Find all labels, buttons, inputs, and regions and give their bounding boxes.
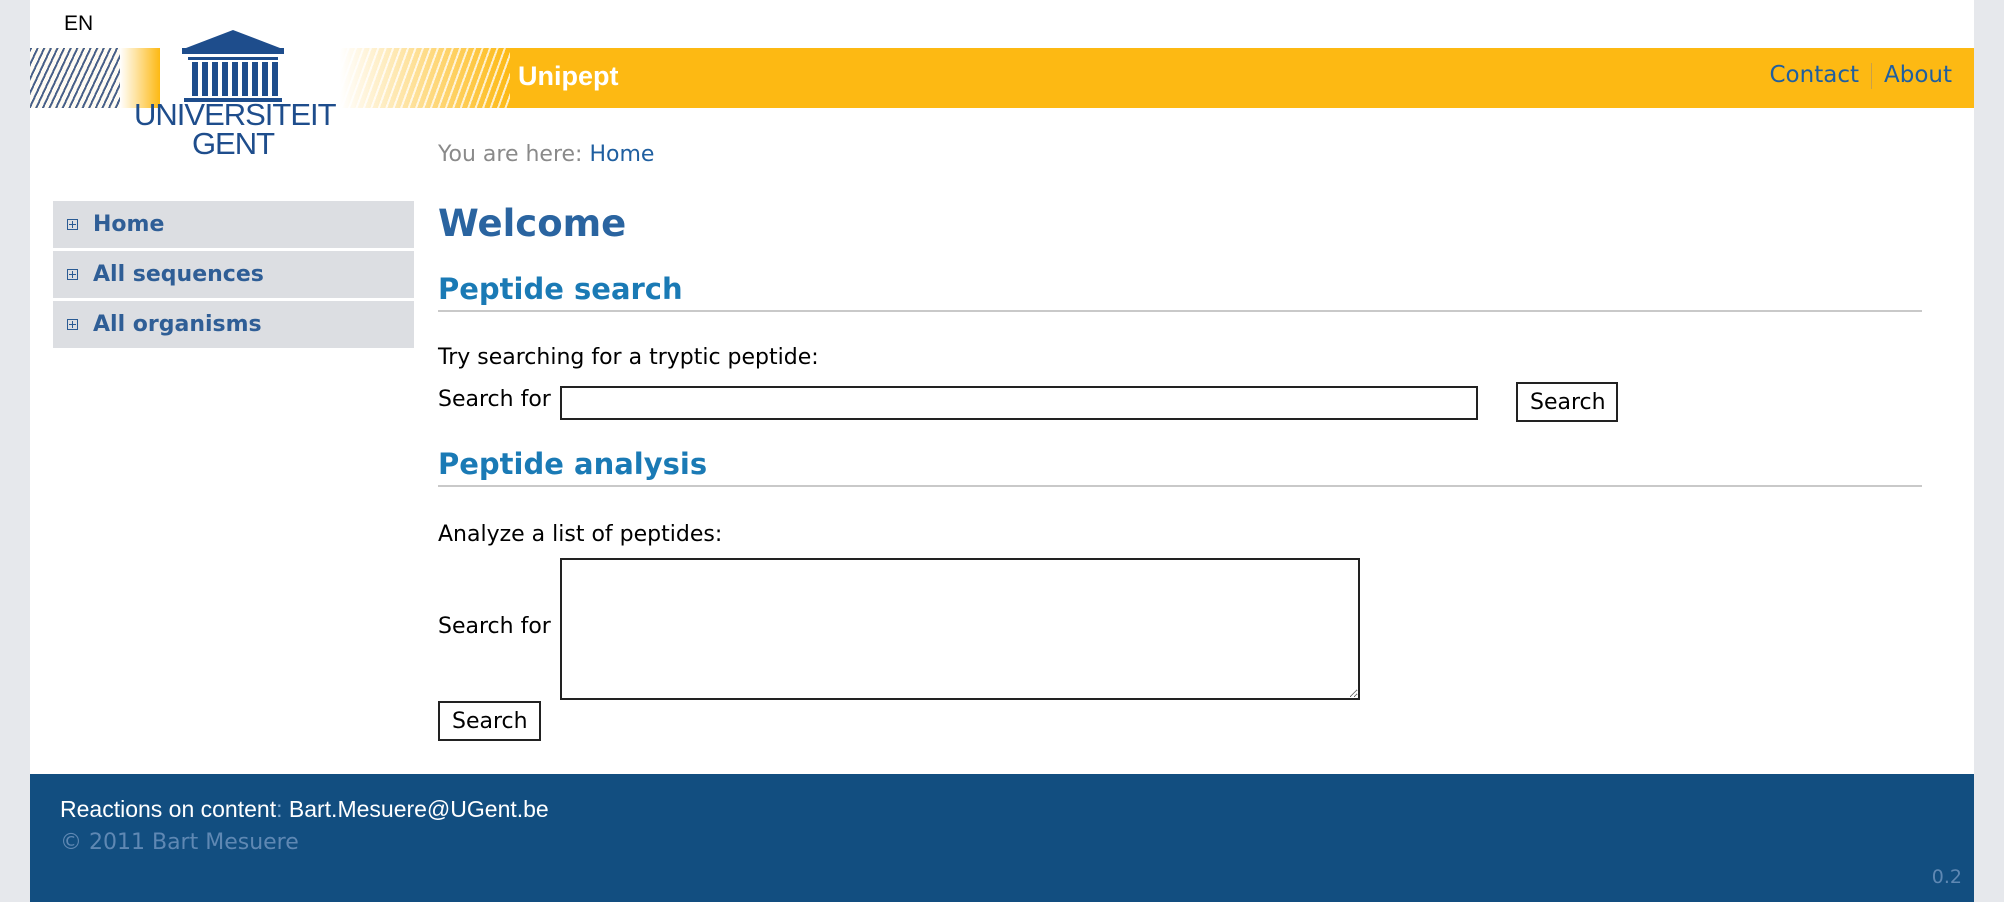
peptide-analysis-button[interactable]: Search <box>438 701 541 741</box>
university-logo-text: UNIVERSITEIT GENT <box>134 97 337 161</box>
peptide-search-label: Search for <box>438 387 551 412</box>
peptide-search-button[interactable]: Search <box>1516 382 1618 422</box>
breadcrumb-prefix: You are here: <box>438 142 583 167</box>
footer-reactions: Reactions on content: Bart.Mesuere@UGent… <box>60 796 549 823</box>
breadcrumb: You are here: Home <box>438 142 1922 167</box>
main-content: You are here: Home Welcome Peptide searc… <box>438 142 1922 741</box>
sidebar-nav: Home All sequences All organisms <box>53 201 414 351</box>
page-title: Welcome <box>438 202 627 245</box>
footer-colon: : <box>276 796 283 822</box>
peptide-list-textarea[interactable] <box>560 558 1360 700</box>
peptide-analysis-label: Search for <box>438 614 551 639</box>
peptide-search-heading: Peptide search <box>438 272 1922 312</box>
sidebar-item-all-organisms[interactable]: All organisms <box>53 301 414 348</box>
about-link[interactable]: About <box>1884 62 1952 88</box>
sidebar-item-label[interactable]: All organisms <box>93 312 262 337</box>
version-label: 0.2 <box>1931 866 1962 888</box>
breadcrumb-home-link[interactable]: Home <box>589 142 654 167</box>
footer: Reactions on content: Bart.Mesuere@UGent… <box>30 774 1974 902</box>
sidebar-item-all-sequences[interactable]: All sequences <box>53 251 414 298</box>
logo-line-2: GENT <box>191 126 275 161</box>
footer-copyright: © 2011 Bart Mesuere <box>60 830 299 855</box>
header-decoration-left <box>30 48 120 108</box>
page: EN Unipept Contact About UNIVERSITEIT GE… <box>30 0 1974 902</box>
peptide-search-input[interactable] <box>560 386 1478 420</box>
language-selector[interactable]: EN <box>64 12 93 36</box>
contact-link[interactable]: Contact <box>1770 62 1859 88</box>
peptide-analysis-heading: Peptide analysis <box>438 447 1922 487</box>
footer-email-link[interactable]: Bart.Mesuere@UGent.be <box>289 796 549 822</box>
sidebar-item-home[interactable]: Home <box>53 201 414 248</box>
peptide-search-intro: Try searching for a tryptic peptide: <box>438 345 819 370</box>
peptide-analysis-intro: Analyze a list of peptides: <box>438 522 723 547</box>
sidebar-item-label[interactable]: All sequences <box>93 262 264 287</box>
sidebar-item-label[interactable]: Home <box>93 212 164 237</box>
expand-plus-icon[interactable] <box>67 319 78 330</box>
expand-plus-icon[interactable] <box>67 269 78 280</box>
site-title[interactable]: Unipept <box>518 61 619 92</box>
top-links: Contact About <box>1770 62 1952 89</box>
header-decoration-streaks <box>340 48 510 108</box>
expand-plus-icon[interactable] <box>67 219 78 230</box>
link-separator <box>1870 62 1872 89</box>
footer-reactions-label: Reactions on content <box>60 796 277 822</box>
logo-line-1: UNIVERSITEIT <box>134 97 337 132</box>
